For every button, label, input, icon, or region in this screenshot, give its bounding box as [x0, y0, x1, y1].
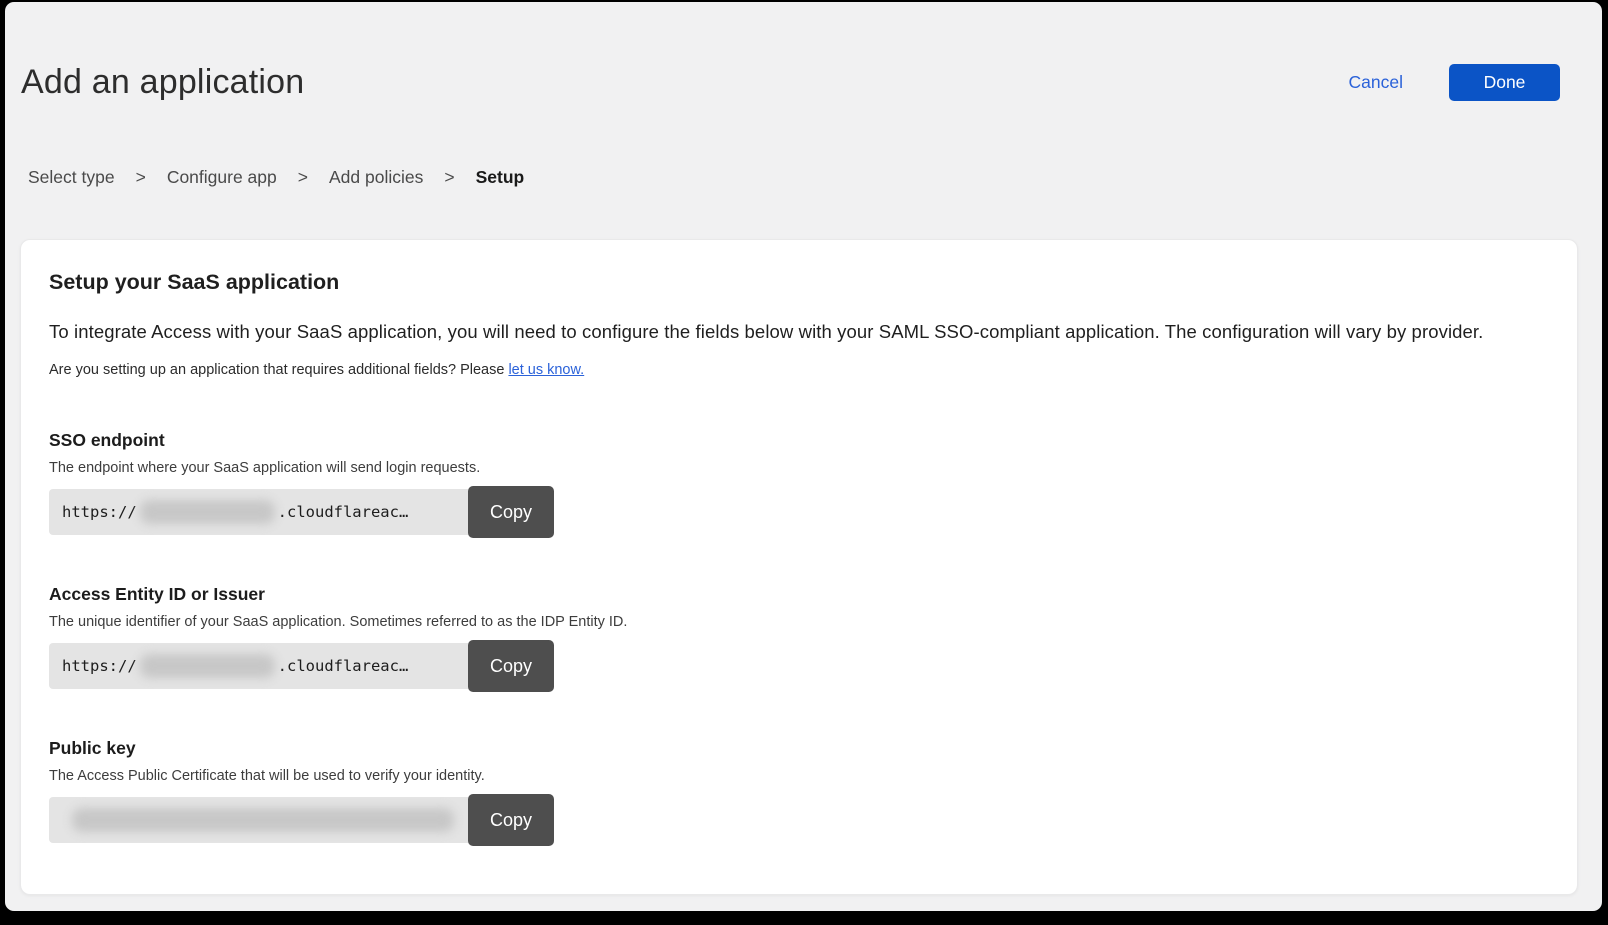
breadcrumb-separator: > — [298, 167, 308, 188]
breadcrumb-separator: > — [136, 167, 146, 188]
sso-endpoint-value: https:// .cloudflareac… — [49, 489, 468, 535]
public-key-value — [49, 797, 468, 843]
card-note: Are you setting up an application that r… — [49, 362, 1549, 378]
sso-endpoint-value-row: https:// .cloudflareac… Copy — [49, 486, 1549, 538]
access-entity-id-value: https:// .cloudflareac… — [49, 643, 468, 689]
breadcrumb: Select type > Configure app > Add polici… — [28, 167, 1602, 188]
copy-button-public-key[interactable]: Copy — [468, 794, 554, 846]
redacted-team-name-blur — [140, 654, 275, 678]
let-us-know-link[interactable]: let us know. — [508, 362, 584, 378]
value-suffix: .cloudflareac… — [278, 657, 409, 675]
field-access-entity-id: Access Entity ID or Issuer The unique id… — [49, 584, 1549, 692]
breadcrumb-step-add-policies[interactable]: Add policies — [329, 167, 423, 188]
breadcrumb-step-configure-app[interactable]: Configure app — [167, 167, 277, 188]
done-button[interactable]: Done — [1449, 64, 1560, 101]
field-sso-endpoint: SSO endpoint The endpoint where your Saa… — [49, 430, 1549, 538]
breadcrumb-step-setup[interactable]: Setup — [476, 167, 525, 188]
cancel-button[interactable]: Cancel — [1349, 72, 1403, 93]
header-actions: Cancel Done — [1349, 64, 1560, 101]
field-description-access-entity-id: The unique identifier of your SaaS appli… — [49, 614, 1549, 630]
app-window: Add an application Cancel Done Select ty… — [5, 2, 1602, 911]
copy-button-sso-endpoint[interactable]: Copy — [468, 486, 554, 538]
breadcrumb-separator: > — [444, 167, 454, 188]
breadcrumb-step-select-type[interactable]: Select type — [28, 167, 115, 188]
access-entity-id-value-row: https:// .cloudflareac… Copy — [49, 640, 1549, 692]
card-description: To integrate Access with your SaaS appli… — [49, 321, 1549, 343]
field-label-sso-endpoint: SSO endpoint — [49, 430, 1549, 451]
field-label-public-key: Public key — [49, 738, 1549, 759]
card-note-text: Are you setting up an application that r… — [49, 362, 504, 378]
field-description-sso-endpoint: The endpoint where your SaaS application… — [49, 460, 1549, 476]
redacted-public-key-blur — [72, 808, 454, 832]
redacted-team-name-blur — [140, 500, 275, 524]
setup-card: Setup your SaaS application To integrate… — [20, 239, 1578, 895]
page-header: Add an application Cancel Done — [5, 2, 1602, 102]
value-suffix: .cloudflareac… — [278, 503, 409, 521]
page-title: Add an application — [21, 62, 304, 102]
field-public-key: Public key The Access Public Certificate… — [49, 738, 1549, 846]
value-prefix: https:// — [62, 503, 137, 521]
copy-button-access-entity-id[interactable]: Copy — [468, 640, 554, 692]
public-key-value-row: Copy — [49, 794, 1549, 846]
value-prefix: https:// — [62, 657, 137, 675]
field-description-public-key: The Access Public Certificate that will … — [49, 768, 1549, 784]
card-heading: Setup your SaaS application — [49, 270, 1549, 295]
field-label-access-entity-id: Access Entity ID or Issuer — [49, 584, 1549, 605]
